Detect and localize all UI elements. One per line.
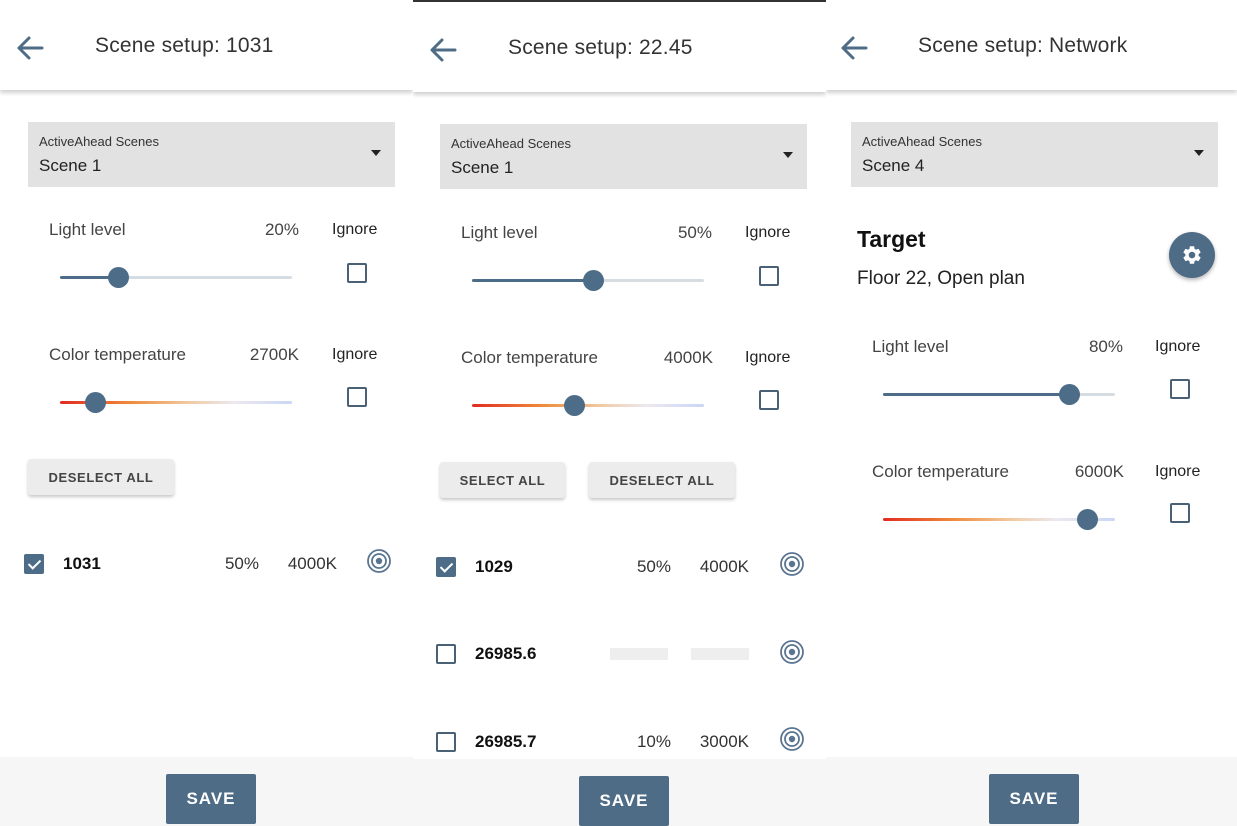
device-temperature: 4000K [699,557,749,576]
device-name: 1031 [63,554,101,573]
light-ignore-label: Ignore [332,221,378,238]
light-level-slider[interactable] [472,270,704,291]
identify-target-icon[interactable] [779,639,805,665]
save-button[interactable]: SAVE [989,774,1079,824]
light-ignore-label: Ignore [745,224,791,241]
color-ignore-checkbox[interactable] [1170,503,1190,523]
device-name: 26985.7 [475,732,537,751]
color-ignore-label: Ignore [745,349,791,366]
light-level-slider[interactable] [883,384,1115,405]
device-name: 1029 [475,557,513,576]
device-checkbox[interactable] [436,557,456,577]
page-title: Scene setup: 22.45 [508,36,693,59]
page-title: Scene setup: 1031 [95,34,274,57]
dropdown-value: Scene 1 [451,158,514,177]
light-ignore-checkbox[interactable] [347,263,367,283]
header: Scene setup: 1031 [0,0,413,90]
deselect-all-button[interactable]: DESELECT ALL [589,462,735,498]
dropdown-value: Scene 1 [39,156,102,175]
color-ignore-checkbox[interactable] [347,387,367,407]
device-level: 50% [636,557,671,576]
color-temperature-label: Color temperature [461,348,599,367]
light-level-label: Light level [49,220,126,239]
device-checkbox[interactable] [436,644,456,664]
page-title: Scene setup: Network [918,34,1128,57]
slider-thumb[interactable] [84,392,106,413]
select-all-button[interactable]: SELECT ALL [440,462,565,498]
back-arrow-icon[interactable] [427,35,461,65]
device-checkbox[interactable] [436,732,456,752]
color-temperature-slider[interactable] [883,509,1115,530]
color-temperature-label: Color temperature [872,462,1010,481]
device-level: 10% [636,732,671,751]
slider-thumb[interactable] [108,267,129,288]
light-level-label: Light level [872,337,949,356]
identify-target-icon[interactable] [779,726,805,752]
color-temperature-label: Color temperature [49,345,187,364]
light-ignore-checkbox[interactable] [759,266,779,286]
header: Scene setup: 22.45 [413,2,826,92]
color-temperature-value: 2700K [249,345,299,364]
scene-dropdown[interactable]: ActiveAhead Scenes Scene 1 [440,124,807,189]
back-arrow-icon[interactable] [838,33,872,63]
light-level-slider[interactable] [60,267,292,288]
device-temperature: 3000K [699,732,749,751]
dropdown-value: Scene 4 [862,156,925,175]
color-ignore-checkbox[interactable] [759,390,779,410]
scene-dropdown[interactable]: ActiveAhead Scenes Scene 1 [28,122,395,187]
bottom-bar: SAVE [826,757,1237,826]
save-button[interactable]: SAVE [579,776,669,826]
scene-panel-1031: Scene setup: 1031 ActiveAhead Scenes Sce… [0,0,413,826]
light-ignore-checkbox[interactable] [1170,379,1190,399]
slider-fill [883,393,1069,396]
scene-panel-network: Scene setup: Network ActiveAhead Scenes … [826,0,1237,826]
save-button[interactable]: SAVE [166,774,256,824]
light-level-value: 50% [677,223,712,242]
bottom-bar: SAVE [0,757,413,826]
scene-panel-2245: Scene setup: 22.45 ActiveAhead Scenes Sc… [413,0,826,826]
device-level: 50% [224,554,259,573]
identify-target-icon[interactable] [779,551,805,577]
slider-thumb[interactable] [1077,509,1099,530]
slider-thumb[interactable] [564,395,586,416]
deselect-all-button[interactable]: DESELECT ALL [28,459,174,495]
color-temperature-value: 4000K [663,348,713,367]
bottom-bar: SAVE [413,759,826,826]
light-level-value: 80% [1088,337,1123,356]
dropdown-label: ActiveAhead Scenes [862,134,982,149]
slider-thumb[interactable] [1058,384,1080,405]
color-ignore-label: Ignore [332,346,378,363]
color-ignore-label: Ignore [1155,463,1201,480]
dropdown-label: ActiveAhead Scenes [39,134,159,149]
light-level-value: 20% [264,220,299,239]
slider-fill [472,279,593,282]
caret-down-icon [371,150,381,156]
identify-target-icon[interactable] [366,548,392,574]
color-temperature-value: 6000K [1074,462,1124,481]
device-temperature: 4000K [287,554,337,573]
light-ignore-label: Ignore [1155,338,1201,355]
color-temperature-slider[interactable] [472,395,704,416]
target-title: Target [857,226,926,252]
back-arrow-icon[interactable] [14,33,48,63]
device-name: 26985.6 [475,644,537,663]
caret-down-icon [1194,150,1204,156]
device-level-placeholder [610,648,668,660]
target-subtitle: Floor 22, Open plan [857,268,1025,289]
device-temperature-placeholder [691,648,749,660]
light-level-label: Light level [461,223,538,242]
dropdown-label: ActiveAhead Scenes [451,136,571,151]
device-checkbox[interactable] [24,554,44,574]
target-settings-button[interactable] [1169,232,1215,278]
header: Scene setup: Network [826,0,1237,90]
color-temperature-slider[interactable] [60,392,292,413]
gear-icon [1183,246,1201,264]
scene-dropdown[interactable]: ActiveAhead Scenes Scene 4 [851,122,1218,187]
slider-thumb[interactable] [582,270,604,291]
caret-down-icon [783,152,793,158]
